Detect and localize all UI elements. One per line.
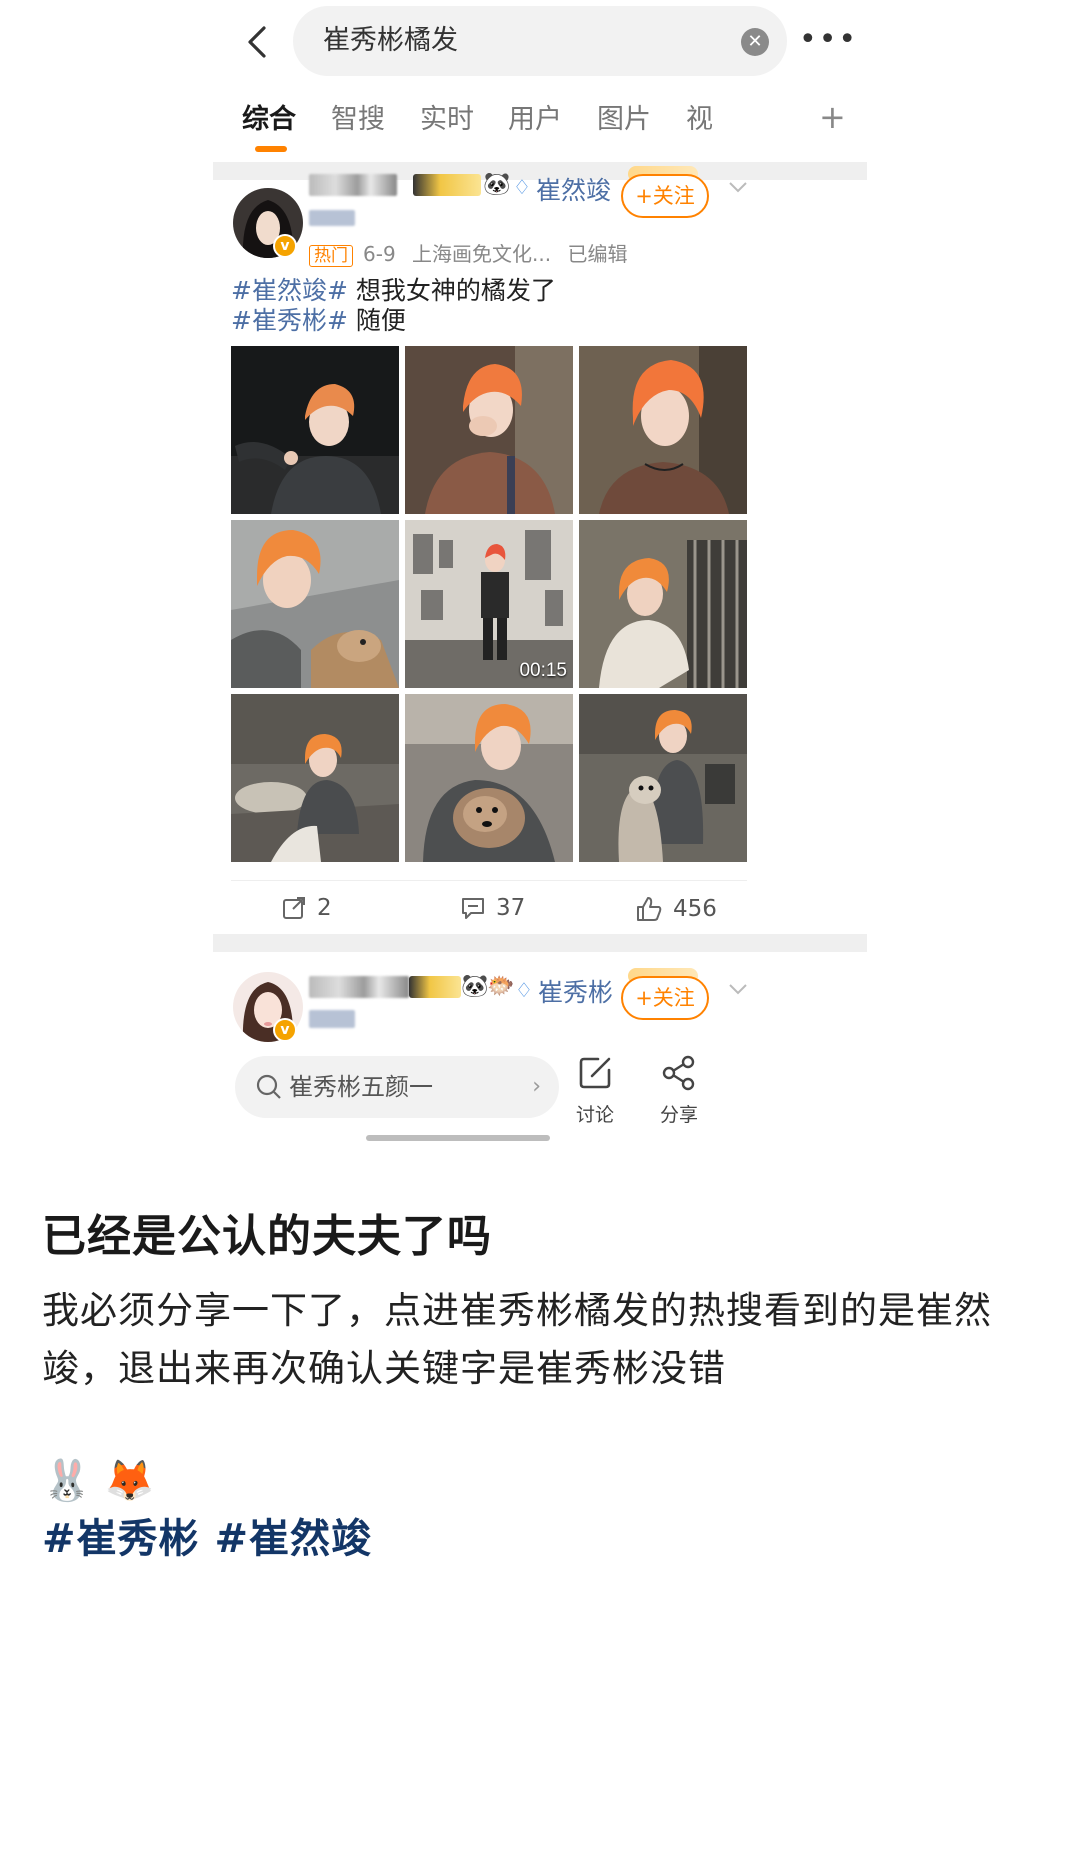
tab-图片[interactable]: 图片 — [597, 100, 651, 140]
diamond-icon: ♢ — [513, 175, 531, 199]
tab-用户[interactable]: 用户 — [508, 100, 562, 140]
chevron-left-icon — [248, 26, 266, 58]
clear-icon[interactable]: ✕ — [741, 28, 769, 56]
suggested-search-text: 崔秀彬五颜一 — [289, 1073, 433, 1101]
photo-7[interactable] — [231, 694, 399, 862]
photo-2[interactable] — [405, 346, 573, 514]
post-text-line2: #崔秀彬# 随便 — [231, 306, 406, 335]
search-icon — [256, 1074, 281, 1099]
supertopic-name[interactable]: 崔然竣 — [536, 171, 611, 207]
supertopic-name[interactable]: 崔秀彬 — [538, 973, 613, 1009]
follow-button[interactable]: +关注 — [621, 976, 709, 1020]
tab-综合[interactable]: 综合 — [242, 100, 296, 140]
edit-icon — [579, 1057, 611, 1089]
tab-实时[interactable]: 实时 — [420, 100, 474, 140]
repost-icon — [283, 897, 305, 919]
post-card: v 🐼 🐡 ♢ 崔秀彬 +关注 — [213, 964, 867, 1044]
discuss-button[interactable]: 讨论 — [565, 1054, 625, 1127]
post-date: 6-9 — [363, 242, 396, 266]
blurred-username-line2 — [309, 210, 355, 226]
note-title: 已经是公认的夫夫了吗 — [42, 1211, 492, 1262]
photo-9[interactable] — [579, 694, 747, 862]
search-header: 崔秀彬橘发 ✕ ••• — [213, 0, 867, 90]
suggested-search-button[interactable]: 崔秀彬五颜一 › — [235, 1056, 559, 1118]
fan-badge — [409, 976, 461, 998]
note-hashtags[interactable]: #崔秀彬 #崔然竣 — [42, 1513, 372, 1565]
active-tab-indicator — [255, 146, 287, 152]
photo-6[interactable] — [579, 520, 747, 688]
photo-4[interactable] — [231, 520, 399, 688]
panda-icon: 🐼 — [461, 974, 489, 999]
note-body: 我必须分享一下了，点进崔秀彬橘发的热搜看到的是崔然竣，退出来再次确认关键字是崔秀… — [42, 1289, 992, 1390]
blurred-username — [309, 976, 409, 998]
tab-智搜[interactable]: 智搜 — [331, 100, 385, 140]
post-text-line1: #崔然竣# 想我女神的橘发了 — [231, 276, 556, 305]
photo-grid: 00:15 — [231, 346, 747, 862]
blurred-username-line2 — [309, 1010, 355, 1028]
hashtag-link[interactable]: #崔秀彬# — [231, 306, 348, 335]
hashtag-link[interactable]: #崔然竣# — [231, 276, 348, 305]
post-card: v 🐼 ♢ 崔然竣 +关注 热门 6-9 上海画免文化... 已编辑 #崔然竣# … — [213, 166, 867, 936]
hot-badge: 热门 — [309, 244, 353, 267]
badge-icon: 🐡 — [487, 974, 515, 999]
photo-8[interactable] — [405, 694, 573, 862]
post-meta: 热门 6-9 上海画免文化... 已编辑 — [309, 238, 627, 267]
verified-badge-icon: v — [273, 1018, 297, 1042]
search-input[interactable]: 崔秀彬橘发 ✕ — [293, 6, 787, 76]
search-query: 崔秀彬橘发 — [323, 25, 458, 56]
comment-button[interactable]: 37 — [460, 895, 525, 921]
chevron-down-icon[interactable] — [727, 176, 749, 198]
search-tabs: 综合 智搜 实时 用户 图片 视 — [213, 100, 867, 156]
photo-3[interactable] — [579, 346, 747, 514]
photo-1[interactable] — [231, 346, 399, 514]
add-tab-icon[interactable]: + — [819, 97, 846, 137]
blurred-username — [309, 174, 397, 196]
bottom-toolbar: 崔秀彬五颜一 › 讨论 分享 — [213, 1048, 867, 1158]
weibo-screenshot: 崔秀彬橘发 ✕ ••• 综合 智搜 实时 用户 图片 视 + v 🐼 ♢ 崔然竣… — [213, 0, 867, 1372]
share-icon — [662, 1055, 695, 1091]
fan-badge — [413, 174, 481, 196]
divider — [213, 934, 867, 952]
post-action-bar: 2 37 456 — [231, 880, 747, 936]
tab-视[interactable]: 视 — [686, 100, 713, 140]
diamond-icon: ♢ — [515, 978, 533, 1002]
panda-icon: 🐼 — [483, 172, 511, 197]
comment-icon — [462, 898, 484, 919]
emoji-row: 🐰 🦊 — [42, 1458, 155, 1504]
verified-badge-icon: v — [273, 234, 297, 258]
video-duration: 00:15 — [519, 660, 567, 681]
follow-button[interactable]: +关注 — [621, 174, 709, 218]
back-button[interactable] — [237, 22, 277, 62]
share-button[interactable]: 分享 — [649, 1054, 709, 1127]
chevron-down-icon[interactable] — [727, 978, 749, 1000]
thumbs-up-icon — [637, 897, 662, 921]
post-source: 上海画免文化... — [412, 242, 552, 266]
more-options-button[interactable]: ••• — [799, 20, 856, 60]
home-indicator — [366, 1135, 550, 1141]
edited-label: 已编辑 — [567, 242, 628, 266]
like-button[interactable]: 456 — [635, 895, 717, 923]
chevron-right-icon: › — [532, 1074, 541, 1099]
repost-button[interactable]: 2 — [281, 895, 332, 921]
video-thumbnail[interactable]: 00:15 — [405, 520, 573, 688]
